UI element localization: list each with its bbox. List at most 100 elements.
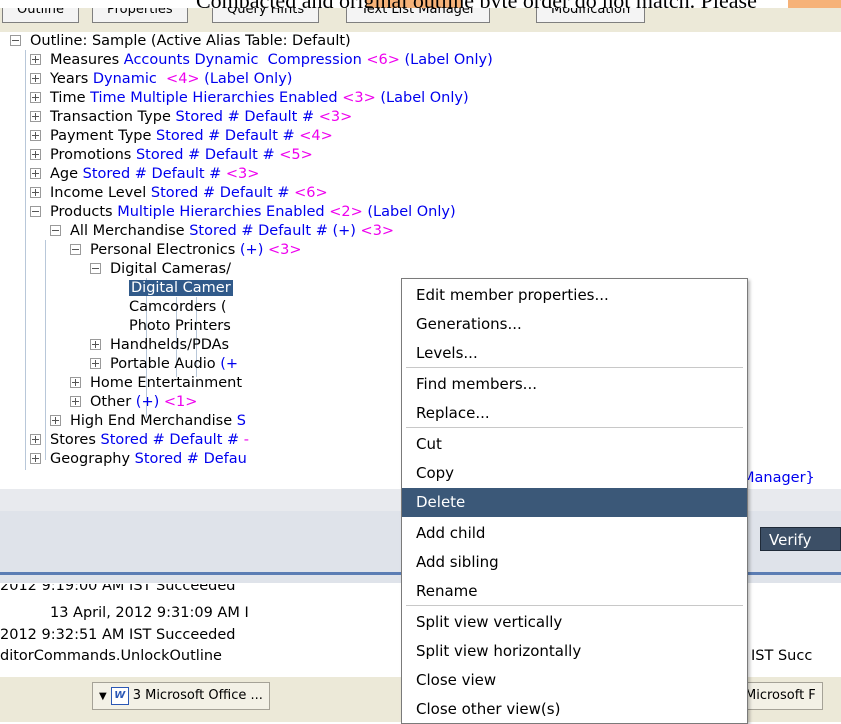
expand-icon[interactable] bbox=[30, 91, 41, 103]
log-line: 13 April, 2012 9:31:09 AM I bbox=[50, 605, 249, 621]
tab-modification[interactable]: Modification bbox=[536, 8, 646, 23]
tree-node-text: <2> bbox=[329, 204, 363, 220]
collapse-icon[interactable] bbox=[70, 243, 81, 255]
tree-node-text: <6> bbox=[294, 185, 328, 201]
tree-node[interactable]: All Merchandise Stored # Default # (+) <… bbox=[50, 222, 394, 241]
tree-node-text: Stored # Defau bbox=[134, 451, 247, 467]
tree-node-text: (Label Only) bbox=[399, 52, 493, 68]
tree-node-text: Multiple Hierarchies Enabled bbox=[117, 204, 330, 220]
tree-node[interactable]: Personal Electronics (+) <3> bbox=[70, 241, 302, 260]
tree-node[interactable]: Income Level Stored # Default # <6> bbox=[30, 184, 328, 203]
menu-item-close-view[interactable]: Close view bbox=[402, 666, 747, 695]
menu-item-add-child[interactable]: Add child bbox=[402, 519, 747, 548]
menu-item-rename[interactable]: Rename bbox=[402, 577, 747, 606]
tree-node[interactable]: Products Multiple Hierarchies Enabled <2… bbox=[30, 203, 456, 222]
menu-item-replace[interactable]: Replace... bbox=[402, 399, 747, 428]
tree-node-text: (Label Only) bbox=[375, 90, 469, 106]
log-line: ditorCommands.UnlockOutline bbox=[0, 648, 222, 664]
tab-outline[interactable]: Outline bbox=[2, 8, 80, 23]
tree-node-text: Other bbox=[90, 394, 136, 410]
tab-properties[interactable]: Properties bbox=[92, 8, 188, 23]
tree-node-text: Time Multiple Hierarchies Enabled bbox=[90, 90, 343, 106]
tree-node[interactable]: Handhelds/PDAs bbox=[90, 336, 229, 355]
tree-node[interactable]: Other (+) <1> bbox=[70, 393, 197, 412]
tree-node[interactable]: Stores Stored # Default # - bbox=[30, 431, 249, 450]
tree-node-text: Home Entertainment bbox=[90, 375, 243, 391]
tab-query-hints[interactable]: Query Hints bbox=[212, 8, 320, 23]
tree-node[interactable]: Transaction Type Stored # Default # <3> bbox=[30, 108, 352, 127]
menu-item-add-sibling[interactable]: Add sibling bbox=[402, 548, 747, 577]
expand-icon[interactable] bbox=[70, 395, 81, 407]
editor-tabs: Outline Properties Query Hints Text List… bbox=[0, 8, 841, 33]
tree-node[interactable]: Age Stored # Default # <3> bbox=[30, 165, 259, 184]
tree-node-text: Stores bbox=[50, 432, 101, 448]
menu-item-split-view-horizontally[interactable]: Split view horizontally bbox=[402, 637, 747, 666]
tree-node-text: (+) bbox=[239, 242, 268, 258]
tree-node-text: Promotions bbox=[50, 147, 136, 163]
expand-icon[interactable] bbox=[30, 72, 41, 84]
tree-node[interactable]: Geography Stored # Defau bbox=[30, 450, 247, 469]
tree-node[interactable]: Digital Camer bbox=[129, 279, 233, 298]
expand-icon[interactable] bbox=[90, 338, 101, 350]
tree-node-text: <3> bbox=[225, 166, 260, 182]
expand-icon[interactable] bbox=[30, 452, 41, 464]
tree-node[interactable]: Portable Audio (+ bbox=[90, 355, 238, 374]
tree-node-text: (Label Only) bbox=[199, 71, 293, 87]
tree-node[interactable]: Payment Type Stored # Default # <4> bbox=[30, 127, 333, 146]
expand-icon[interactable] bbox=[30, 148, 41, 160]
menu-item-split-view-vertically[interactable]: Split view vertically bbox=[402, 608, 747, 637]
tree-node[interactable]: Promotions Stored # Default # <5> bbox=[30, 146, 313, 165]
tree-node-text: Digital Camer bbox=[129, 280, 233, 296]
tree-node-text: <1> bbox=[163, 394, 198, 410]
tree-node-text: (+) bbox=[135, 394, 164, 410]
tree-node-text: <4> bbox=[166, 71, 200, 87]
tree-node-text: <3> bbox=[267, 242, 302, 258]
menu-item-generations[interactable]: Generations... bbox=[402, 310, 747, 339]
menu-item-copy[interactable]: Copy bbox=[402, 459, 747, 488]
expand-icon[interactable] bbox=[30, 167, 41, 179]
tree-node-text: Geography bbox=[50, 451, 135, 467]
expand-icon[interactable] bbox=[30, 53, 41, 65]
tree-node[interactable]: High End Merchandise S bbox=[50, 412, 246, 431]
tab-text-list-manager[interactable]: Text List Manager bbox=[346, 8, 491, 23]
expand-icon[interactable] bbox=[90, 357, 101, 369]
menu-item-find-members[interactable]: Find members... bbox=[402, 370, 747, 399]
taskbar-right-button[interactable]: Microsoft F bbox=[738, 682, 823, 710]
tree-node-text: Stored # Default # bbox=[100, 432, 244, 448]
tree-node-text: <3> bbox=[360, 223, 395, 239]
tree-node[interactable]: Photo Printers bbox=[129, 317, 231, 336]
expand-icon[interactable] bbox=[30, 433, 41, 445]
collapse-icon[interactable] bbox=[90, 262, 101, 274]
context-menu: Edit member properties... Generations... L… bbox=[401, 278, 748, 724]
collapse-icon[interactable] bbox=[30, 205, 41, 217]
expand-icon[interactable] bbox=[50, 414, 61, 426]
verify-button[interactable]: Verify bbox=[760, 527, 841, 551]
expand-icon[interactable] bbox=[30, 186, 41, 198]
tree-node-text: Years bbox=[50, 71, 93, 87]
menu-item-edit-member-properties[interactable]: Edit member properties... bbox=[402, 281, 747, 310]
tree-node-text: - bbox=[243, 432, 249, 448]
expand-icon[interactable] bbox=[30, 129, 41, 141]
tree-node[interactable]: Camcorders ( bbox=[129, 298, 227, 317]
tree-node[interactable]: Outline: Sample (Active Alias Table: Def… bbox=[10, 32, 351, 51]
tree-node[interactable]: Years Dynamic <4> (Label Only) bbox=[30, 70, 292, 89]
tree-node-text: Measures bbox=[50, 52, 124, 68]
tree-node[interactable]: Home Entertainment bbox=[70, 374, 242, 393]
taskbar-group-button[interactable]: ▼ W 3 Microsoft Office ... bbox=[92, 682, 270, 710]
tree-node[interactable]: Digital Cameras/ bbox=[90, 260, 231, 279]
menu-item-levels[interactable]: Levels... bbox=[402, 339, 747, 368]
menu-item-delete[interactable]: Delete bbox=[402, 488, 747, 517]
tree-node-text: <5> bbox=[279, 147, 313, 163]
expand-icon[interactable] bbox=[30, 110, 41, 122]
menu-item-close-other-view-s[interactable]: Close other view(s) bbox=[402, 695, 747, 724]
tree-node[interactable]: Measures Accounts Dynamic Compression <6… bbox=[30, 51, 493, 70]
collapse-icon[interactable] bbox=[50, 224, 61, 236]
dropdown-arrow-icon: ▼ bbox=[99, 691, 107, 702]
collapse-icon[interactable] bbox=[10, 34, 21, 46]
tree-node[interactable]: Time Time Multiple Hierarchies Enabled <… bbox=[30, 89, 469, 108]
expand-icon[interactable] bbox=[70, 376, 81, 388]
tree-node-text: All Merchandise bbox=[70, 223, 190, 239]
menu-item-cut[interactable]: Cut bbox=[402, 430, 747, 459]
stores-overflow-text: Manager} bbox=[742, 470, 815, 486]
word-icon: W bbox=[110, 686, 129, 705]
